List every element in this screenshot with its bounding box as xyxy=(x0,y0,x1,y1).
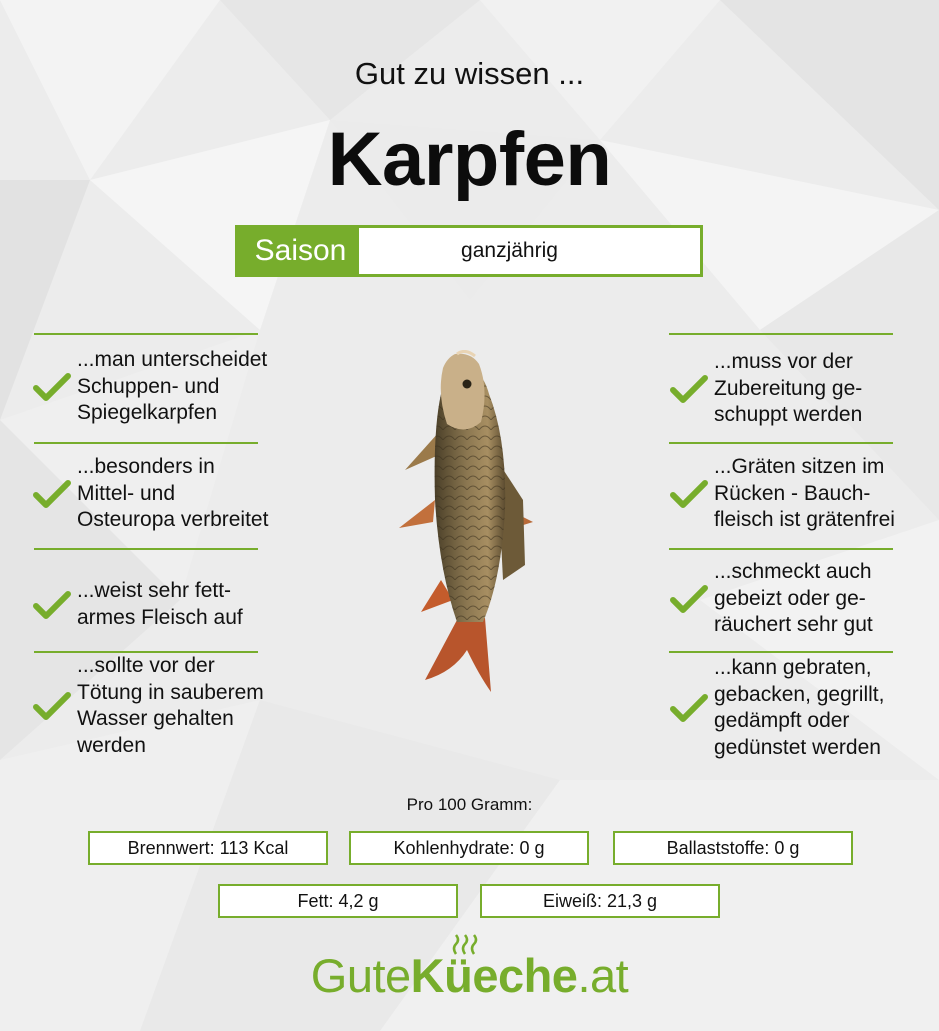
season-badge: Saison ganzjährig xyxy=(235,225,703,277)
divider xyxy=(669,333,893,335)
check-icon xyxy=(670,584,708,613)
check-icon xyxy=(670,694,708,722)
fact-text: ...kann gebraten, gebacken, gegrillt, ge… xyxy=(714,656,885,759)
fact-left-1: ...man unterscheidet Schuppen- und Spieg… xyxy=(33,347,267,427)
check-icon xyxy=(33,372,71,401)
fact-text: ...besonders in Mittel- und Osteuropa ve… xyxy=(77,455,269,531)
logo-part-2: Küeche xyxy=(410,949,578,1002)
nutrition-fat: Fett: 4,2 g xyxy=(218,884,458,918)
divider xyxy=(34,548,258,550)
divider xyxy=(669,442,893,444)
fact-right-2: ...Gräten sitzen im Rücken - Bauch- flei… xyxy=(670,454,895,534)
nutrition-title: Pro 100 Gramm: xyxy=(406,795,533,814)
page-subtitle: Gut zu wissen ... xyxy=(354,56,585,91)
check-icon xyxy=(33,479,71,508)
nutrition-fiber: Ballaststoffe: 0 g xyxy=(613,831,853,865)
check-icon xyxy=(33,590,71,619)
fact-left-3: ...weist sehr fett- armes Fleisch auf xyxy=(33,578,243,631)
fact-left-2: ...besonders in Mittel- und Osteuropa ve… xyxy=(33,454,268,534)
check-icon xyxy=(670,374,708,403)
divider xyxy=(34,442,258,444)
nutrition-energy: Brennwert: 113 Kcal xyxy=(88,831,328,865)
divider xyxy=(669,651,893,653)
fact-text: ...schmeckt auch gebeizt oder ge- räuche… xyxy=(714,560,873,636)
page-title: Karpfen xyxy=(327,117,612,202)
divider xyxy=(669,548,893,550)
fact-text: ...muss vor der Zubereitung ge- schuppt … xyxy=(714,350,863,426)
fact-text: ...Gräten sitzen im Rücken - Bauch- flei… xyxy=(714,455,895,531)
fact-text: ...weist sehr fett- armes Fleisch auf xyxy=(77,579,243,629)
logo-part-1: Gute xyxy=(310,949,411,1002)
nutrition-carbs: Kohlenhydrate: 0 g xyxy=(349,831,589,865)
fact-left-4: ...sollte vor der Tötung in sauberem Was… xyxy=(33,653,264,759)
logo-part-3: .at xyxy=(577,949,629,1002)
fact-right-1: ...muss vor der Zubereitung ge- schuppt … xyxy=(670,349,862,429)
fact-text: ...sollte vor der Tötung in sauberem Was… xyxy=(77,654,264,757)
fact-right-4: ...kann gebraten, gebacken, gegrillt, ge… xyxy=(670,655,884,761)
fact-text: ...man unterscheidet Schuppen- und Spieg… xyxy=(77,348,268,424)
carp-fish-image xyxy=(399,350,533,692)
season-value: ganzjährig xyxy=(359,228,700,274)
fact-right-3: ...schmeckt auch gebeizt oder ge- räuche… xyxy=(670,559,873,639)
nutrition-protein: Eiweiß: 21,3 g xyxy=(480,884,720,918)
season-label: Saison xyxy=(254,234,347,267)
check-icon xyxy=(670,479,708,508)
check-icon xyxy=(33,692,71,720)
brand-logo: GuteKüeche.at xyxy=(0,948,939,1003)
divider xyxy=(34,333,258,335)
